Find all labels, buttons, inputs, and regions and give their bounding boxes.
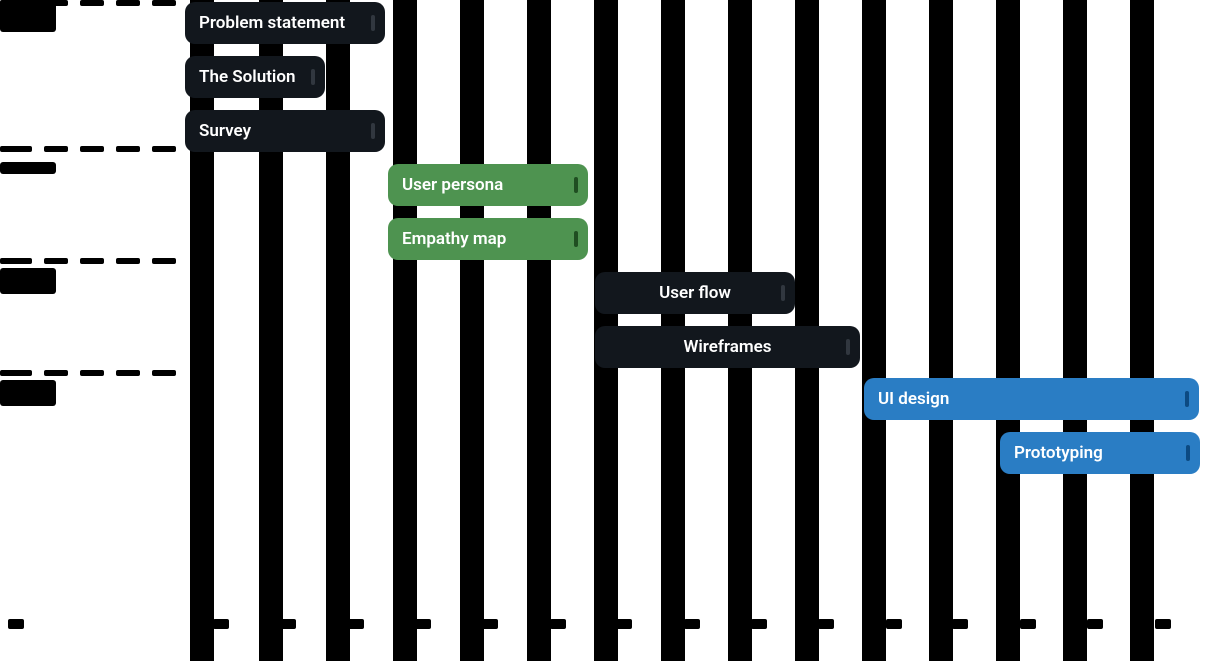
axis-swatch	[0, 380, 56, 406]
grid-col	[326, 0, 350, 661]
resize-handle-icon[interactable]	[846, 339, 850, 355]
axis-swatch	[0, 162, 56, 174]
resize-handle-icon[interactable]	[311, 69, 315, 85]
connector-dot-icon	[243, 100, 248, 105]
footer-tick	[280, 619, 296, 629]
task-problem-statement[interactable]: Problem statement	[185, 2, 385, 44]
axis-dash	[152, 146, 176, 152]
resize-handle-icon[interactable]	[1185, 391, 1189, 407]
resize-handle-icon[interactable]	[781, 285, 785, 301]
resize-handle-icon[interactable]	[371, 15, 375, 31]
axis-dash	[0, 0, 32, 6]
axis-dash	[80, 258, 104, 264]
footer-tick	[550, 619, 566, 629]
connector-dot-icon	[243, 46, 248, 51]
axis-dash	[152, 0, 176, 6]
axis-dash	[116, 146, 140, 152]
axis-swatch	[0, 268, 56, 294]
connector-dot-icon	[448, 208, 453, 213]
connector-dot-icon	[316, 46, 321, 51]
axis-dash	[116, 370, 140, 376]
axis-dash	[80, 146, 104, 152]
task-label: Empathy map	[402, 218, 506, 260]
axis-dash	[116, 258, 140, 264]
task-label: The Solution	[199, 56, 295, 98]
task-prototyping[interactable]: Prototyping	[1000, 432, 1200, 474]
task-survey[interactable]: Survey	[185, 110, 385, 152]
footer-tick	[8, 619, 24, 629]
axis-dash	[116, 0, 140, 6]
grid-col	[929, 0, 953, 661]
grid-col	[527, 0, 551, 661]
footer-tick	[1020, 619, 1036, 629]
task-user-persona[interactable]: User persona	[388, 164, 588, 206]
task-label: Problem statement	[199, 2, 345, 44]
grid-col	[862, 0, 886, 661]
task-the-solution[interactable]: The Solution	[185, 56, 325, 98]
task-empathy-map[interactable]: Empathy map	[388, 218, 588, 260]
footer-tick	[1087, 619, 1103, 629]
footer-tick	[415, 619, 431, 629]
connector-dot-icon	[723, 316, 728, 321]
grid-col	[460, 0, 484, 661]
axis-dash	[0, 370, 32, 376]
resize-handle-icon[interactable]	[371, 123, 375, 139]
gantt-chart: Problem statement The Solution Survey Us…	[0, 0, 1206, 661]
footer-tick	[482, 619, 498, 629]
task-ui-design[interactable]: UI design	[864, 378, 1199, 420]
connector-dot-icon	[655, 316, 660, 321]
footer-tick	[684, 619, 700, 629]
task-label: User persona	[402, 164, 503, 206]
task-label: Wireframes	[683, 326, 771, 368]
resize-handle-icon[interactable]	[574, 177, 578, 193]
grid-col	[1130, 0, 1154, 661]
footer-tick	[818, 619, 834, 629]
task-label: User flow	[659, 272, 731, 314]
axis-dash	[44, 146, 68, 152]
axis-dash	[44, 0, 68, 6]
task-label: UI design	[878, 378, 949, 420]
axis-dash	[152, 258, 176, 264]
axis-dash	[152, 370, 176, 376]
footer-tick	[952, 619, 968, 629]
axis-dash	[0, 258, 32, 264]
resize-handle-icon[interactable]	[1186, 445, 1190, 461]
grid-col	[259, 0, 283, 661]
resize-handle-icon[interactable]	[574, 231, 578, 247]
axis-swatch	[0, 20, 56, 32]
footer-tick	[616, 619, 632, 629]
footer-tick	[751, 619, 767, 629]
axis-dash	[44, 370, 68, 376]
footer-tick	[886, 619, 902, 629]
grid-col	[996, 0, 1020, 661]
task-label: Survey	[199, 110, 251, 152]
connector-dot-icon	[520, 208, 525, 213]
grid-col	[393, 0, 417, 661]
footer-tick	[348, 619, 364, 629]
grid-col	[1063, 0, 1087, 661]
grid-col	[190, 0, 214, 661]
task-user-flow[interactable]: User flow	[595, 272, 795, 314]
task-label: Prototyping	[1014, 432, 1103, 474]
axis-dash	[0, 146, 32, 152]
footer-tick	[213, 619, 229, 629]
axis-dash	[80, 0, 104, 6]
task-wireframes[interactable]: Wireframes	[595, 326, 860, 368]
footer-tick	[1155, 619, 1171, 629]
axis-dash	[80, 370, 104, 376]
axis-dash	[44, 258, 68, 264]
